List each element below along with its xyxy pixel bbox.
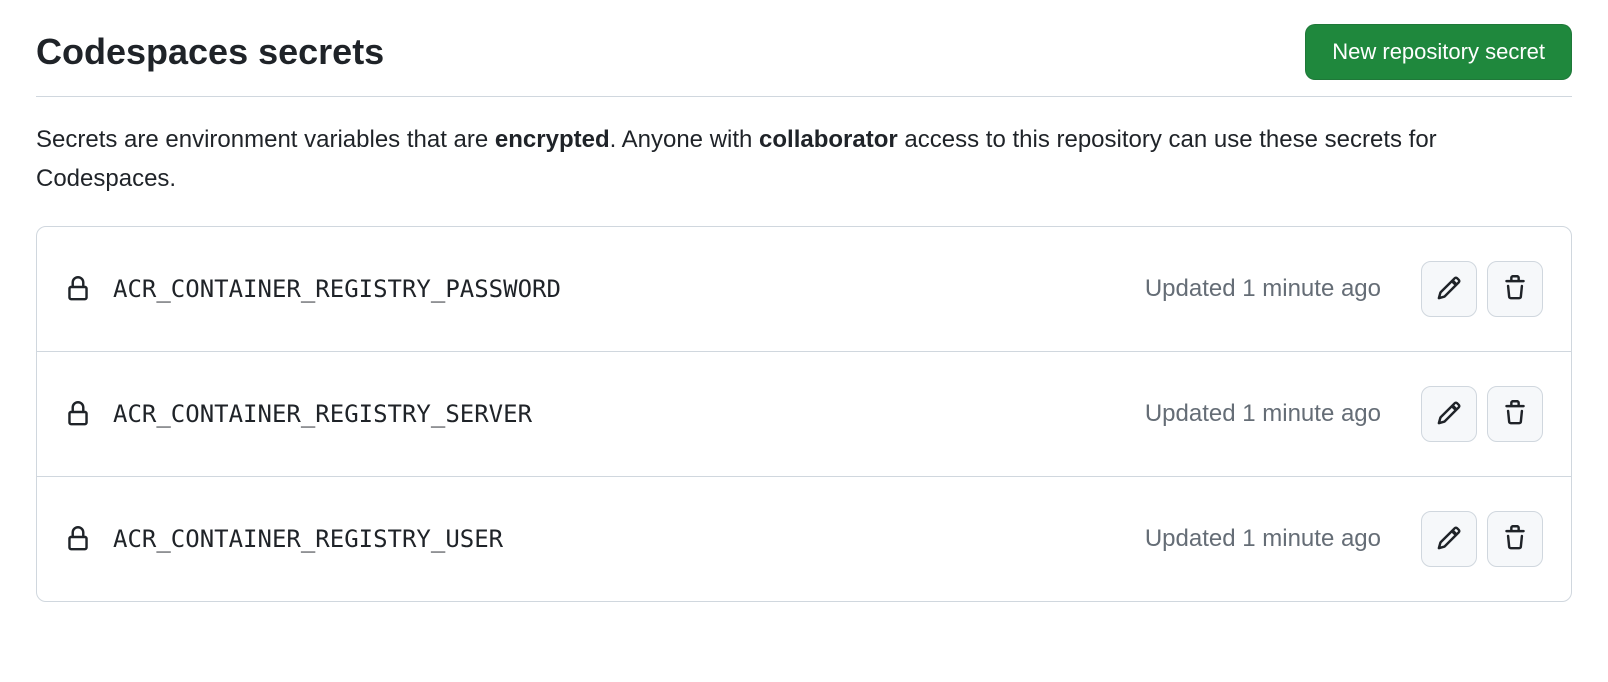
header-row: Codespaces secrets New repository secret [36,24,1572,97]
codespaces-secrets-panel: Codespaces secrets New repository secret… [0,0,1608,626]
pencil-icon [1436,525,1462,554]
secret-actions [1421,511,1543,567]
lock-icon [65,399,113,429]
secret-row: ACR_CONTAINER_REGISTRY_PASSWORD Updated … [37,227,1571,351]
trash-icon [1502,400,1528,429]
secret-updated: Updated 1 minute ago [1145,275,1381,303]
delete-secret-button[interactable] [1487,511,1543,567]
trash-icon [1502,525,1528,554]
secret-row: ACR_CONTAINER_REGISTRY_USER Updated 1 mi… [37,476,1571,601]
secrets-list: ACR_CONTAINER_REGISTRY_PASSWORD Updated … [36,226,1572,602]
pencil-icon [1436,275,1462,304]
page-title: Codespaces secrets [36,31,384,73]
edit-secret-button[interactable] [1421,261,1477,317]
desc-emphasis-encrypted: encrypted [495,126,610,153]
delete-secret-button[interactable] [1487,386,1543,442]
secret-name: ACR_CONTAINER_REGISTRY_PASSWORD [113,275,1145,303]
lock-icon [65,274,113,304]
new-repository-secret-button[interactable]: New repository secret [1305,24,1572,80]
edit-secret-button[interactable] [1421,511,1477,567]
desc-text: Secrets are environment variables that a… [36,126,495,153]
trash-icon [1502,275,1528,304]
secret-name: ACR_CONTAINER_REGISTRY_USER [113,525,1145,553]
lock-icon [65,524,113,554]
desc-emphasis-collaborator: collaborator [759,126,898,153]
edit-secret-button[interactable] [1421,386,1477,442]
secret-updated: Updated 1 minute ago [1145,525,1381,553]
pencil-icon [1436,400,1462,429]
secret-name: ACR_CONTAINER_REGISTRY_SERVER [113,400,1145,428]
secret-updated: Updated 1 minute ago [1145,400,1381,428]
secret-actions [1421,386,1543,442]
secrets-description: Secrets are environment variables that a… [36,121,1572,198]
secret-row: ACR_CONTAINER_REGISTRY_SERVER Updated 1 … [37,351,1571,476]
delete-secret-button[interactable] [1487,261,1543,317]
secret-actions [1421,261,1543,317]
desc-text: . Anyone with [610,126,759,153]
